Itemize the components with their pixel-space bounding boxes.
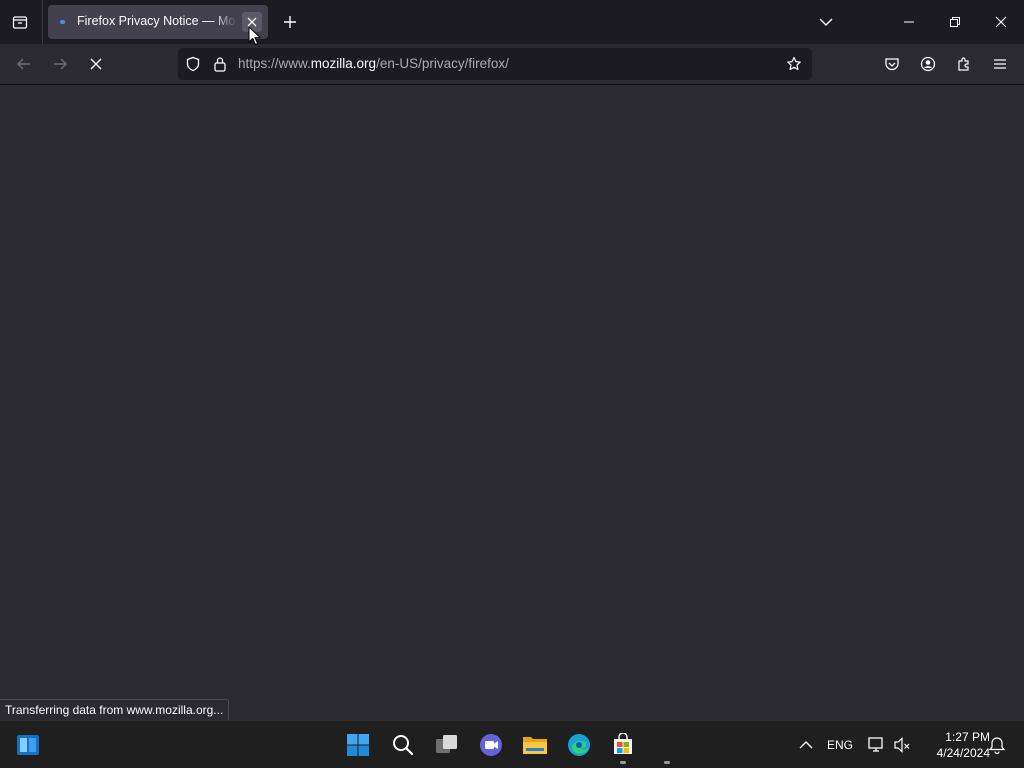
search-icon <box>393 735 414 756</box>
minimize-icon <box>904 21 914 23</box>
url-bar[interactable]: https://www.mozilla.org/en-US/privacy/fi… <box>178 48 812 80</box>
bookmark-star-button[interactable] <box>784 54 804 74</box>
tab-strip: Firefox Privacy Notice — Mozilla <box>0 0 1024 44</box>
store-icon <box>614 733 632 754</box>
clock-time: 1:27 PM <box>945 730 990 744</box>
pocket-icon <box>885 58 899 71</box>
file-explorer-icon <box>523 737 547 754</box>
start-button[interactable] <box>342 729 374 761</box>
tab-title: Firefox Privacy Notice — Mozilla <box>77 14 237 28</box>
tracking-protection-button[interactable] <box>183 54 203 74</box>
teams-icon <box>480 734 502 756</box>
extensions-button[interactable] <box>948 48 980 80</box>
restore-button[interactable] <box>932 0 978 44</box>
minimize-button[interactable] <box>886 0 932 44</box>
microsoft-store-button[interactable] <box>607 729 639 761</box>
chevron-up-icon <box>799 741 813 749</box>
app-running-indicator <box>664 761 670 764</box>
url-host: mozilla.org <box>310 56 377 71</box>
forward-button[interactable] <box>44 48 76 80</box>
stop-button[interactable] <box>80 48 112 80</box>
input-language-indicator[interactable]: ENG <box>827 738 853 752</box>
file-explorer-button[interactable] <box>519 729 551 761</box>
back-button[interactable] <box>8 48 40 80</box>
save-to-pocket-button[interactable] <box>876 48 908 80</box>
extensions-icon <box>958 57 969 71</box>
volume-muted-icon <box>894 737 910 753</box>
tab-close-button[interactable] <box>242 12 262 32</box>
widgets-icon <box>17 735 39 755</box>
teams-chat-button[interactable] <box>475 729 507 761</box>
notification-center-button[interactable] <box>981 729 1013 761</box>
navigation-toolbar: https://www.mozilla.org/en-US/privacy/fi… <box>0 44 1024 85</box>
stop-icon <box>90 58 102 70</box>
tab-loading-favicon <box>60 20 65 24</box>
account-button[interactable] <box>912 48 944 80</box>
system-clock[interactable]: 1:27 PM 4/24/2024 <box>916 729 990 761</box>
back-icon <box>17 58 30 70</box>
plus-icon <box>284 16 296 28</box>
edge-browser-button[interactable] <box>563 729 595 761</box>
tab-list-icon <box>12 16 28 29</box>
taskbar-search-button[interactable] <box>387 729 419 761</box>
clock-date: 4/24/2024 <box>936 746 990 760</box>
status-panel: Transferring data from www.mozilla.org..… <box>0 699 230 721</box>
close-icon <box>247 17 257 27</box>
new-tab-button[interactable] <box>276 8 304 36</box>
account-icon <box>920 56 936 72</box>
close-icon <box>995 16 1007 28</box>
store-running-indicator <box>620 761 626 764</box>
menu-icon <box>994 59 1006 69</box>
volume-button[interactable] <box>886 729 918 761</box>
chevron-down-icon <box>819 18 833 27</box>
windows-taskbar: ENG 1:27 PM 4/24/2024 <box>0 720 1024 768</box>
forward-icon <box>54 58 67 70</box>
list-all-tabs-button[interactable] <box>812 8 840 36</box>
windows-start-icon <box>347 734 369 756</box>
network-icon <box>868 737 883 752</box>
task-view-icon <box>436 735 457 753</box>
show-hidden-icons-button[interactable] <box>790 729 822 761</box>
edge-icon <box>568 734 590 756</box>
window-close-button[interactable] <box>978 0 1024 44</box>
url-prefix: https://www. <box>238 56 311 71</box>
url-text[interactable]: https://www.mozilla.org/en-US/privacy/fi… <box>238 56 509 71</box>
restore-icon <box>950 17 960 27</box>
lock-icon <box>214 57 226 72</box>
app-menu-button[interactable] <box>984 48 1016 80</box>
url-path: /en-US/privacy/firefox/ <box>376 56 509 71</box>
tab-privacy-notice[interactable]: Firefox Privacy Notice — Mozilla <box>48 5 268 39</box>
page-content-area <box>0 85 1024 720</box>
star-icon <box>787 56 801 71</box>
notification-icon <box>988 737 1006 754</box>
task-view-button[interactable] <box>431 729 463 761</box>
widgets-button[interactable] <box>12 729 44 761</box>
tab-strip-divider <box>42 0 43 44</box>
shield-icon <box>186 56 200 72</box>
site-identity-button[interactable] <box>210 54 230 74</box>
tab-list-button[interactable] <box>6 8 34 36</box>
